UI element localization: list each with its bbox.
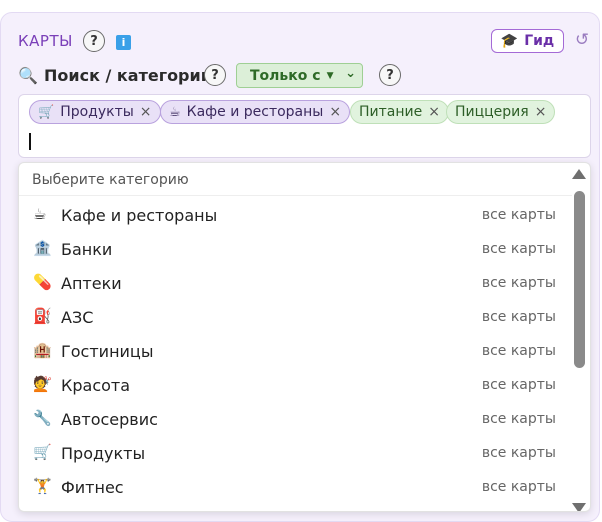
option-scope: все карты	[481, 275, 556, 291]
reset-icon[interactable]: ↺	[575, 30, 589, 50]
hotel-icon: 🏨	[33, 341, 52, 359]
option-scope: все карты	[481, 343, 556, 359]
remove-tag-icon[interactable]: ×	[329, 104, 341, 120]
option-label: Фитнес	[61, 478, 124, 497]
info-icon[interactable]: i	[116, 35, 131, 50]
pill-icon: 💊	[33, 273, 52, 291]
search-icon: 🔍	[18, 66, 38, 85]
scroll-up-arrow[interactable]	[572, 169, 586, 179]
coffee-icon: ☕	[33, 205, 47, 223]
coffee-icon: ☕	[169, 104, 181, 120]
dropdown-option[interactable]: ☕ Кафе и рестораны все карты	[19, 198, 572, 232]
mode-help-button[interactable]: ?	[379, 64, 401, 86]
tag-chip: ☕ Кафе и рестораны ×	[160, 100, 351, 124]
tag-label: Кафе и рестораны	[186, 104, 324, 120]
dropdown-option[interactable]: 🔧 Автосервис все карты	[19, 402, 572, 436]
tag-chip: 🛒 Продукты ×	[29, 100, 161, 124]
dropdown-option[interactable]: 💊 Аптеки все карты	[19, 266, 572, 300]
panel-title: КАРТЫ	[18, 32, 73, 50]
caret-down-icon: ▼	[326, 70, 334, 81]
search-label: Поиск / категории	[44, 66, 212, 85]
panel-header: КАРТЫ ? i 🎓 Гид ↺	[18, 29, 589, 55]
option-scope: все карты	[481, 445, 556, 461]
dropdown-option[interactable]: ⛽ АЗС все карты	[19, 300, 572, 334]
weightlifting-icon: 🏋	[33, 477, 52, 495]
guide-button[interactable]: 🎓 Гид	[491, 29, 564, 53]
dropdown-option[interactable]: 🏦 Банки все карты	[19, 232, 572, 266]
text-cursor	[29, 133, 31, 150]
remove-tag-icon[interactable]: ×	[140, 104, 152, 120]
scroll-down-arrow[interactable]	[572, 503, 586, 511]
cart-icon: 🛒	[38, 104, 55, 120]
option-label: Автосервис	[61, 410, 158, 429]
category-dropdown: Выберите категорию ☕ Кафе и рестораны вс…	[18, 162, 591, 512]
scrollbar-thumb[interactable]	[574, 191, 585, 368]
tag-chip: Питание ×	[350, 100, 449, 124]
option-scope: все карты	[481, 411, 556, 427]
option-scope: все карты	[481, 309, 556, 325]
option-label: Кафе и рестораны	[61, 206, 218, 225]
option-label: Гостиницы	[61, 342, 154, 361]
tag-label: Продукты	[60, 104, 134, 120]
dropdown-header: Выберите категорию	[19, 163, 572, 196]
option-scope: все карты	[481, 377, 556, 393]
option-label: Красота	[61, 376, 131, 395]
filter-mode-value: Только с	[250, 67, 321, 84]
graduation-cap-icon: 🎓	[500, 33, 519, 49]
tag-label: Питание	[359, 104, 423, 120]
dropdown-option[interactable]: 🏋 Фитнес все карты	[19, 470, 572, 504]
chevron-down-icon: ⌄	[345, 66, 356, 81]
wrench-icon: 🔧	[33, 409, 52, 427]
filter-mode-select[interactable]: Только с ▼ ⌄	[236, 63, 363, 88]
fuel-pump-icon: ⛽	[33, 307, 52, 325]
option-label: Продукты	[61, 444, 146, 463]
cart-icon: 🛒	[33, 443, 52, 461]
option-label: Аптеки	[61, 274, 122, 293]
haircut-icon: 💇	[33, 375, 52, 393]
title-help-button[interactable]: ?	[83, 30, 105, 52]
dropdown-option[interactable]: 💇 Красота все карты	[19, 368, 572, 402]
remove-tag-icon[interactable]: ×	[535, 104, 547, 120]
tag-label: Пиццерия	[455, 104, 529, 120]
search-help-button[interactable]: ?	[204, 64, 226, 86]
dropdown-option[interactable]: 🏨 Гостиницы все карты	[19, 334, 572, 368]
guide-button-label: Гид	[524, 33, 555, 49]
option-scope: все карты	[481, 479, 556, 495]
option-scope: все карты	[481, 207, 556, 223]
remove-tag-icon[interactable]: ×	[428, 104, 440, 120]
option-label: АЗС	[61, 308, 94, 327]
search-row: 🔍 Поиск / категории ? Только с ▼ ⌄ ?	[18, 62, 588, 90]
tag-chip: Пиццерия ×	[446, 100, 556, 124]
bank-icon: 🏦	[33, 239, 52, 257]
dropdown-option[interactable]: 🛒 Продукты все карты	[19, 436, 572, 470]
option-scope: все карты	[481, 241, 556, 257]
category-tags-input[interactable]: 🛒 Продукты × ☕ Кафе и рестораны × Питани…	[18, 94, 591, 158]
option-label: Банки	[61, 240, 113, 259]
